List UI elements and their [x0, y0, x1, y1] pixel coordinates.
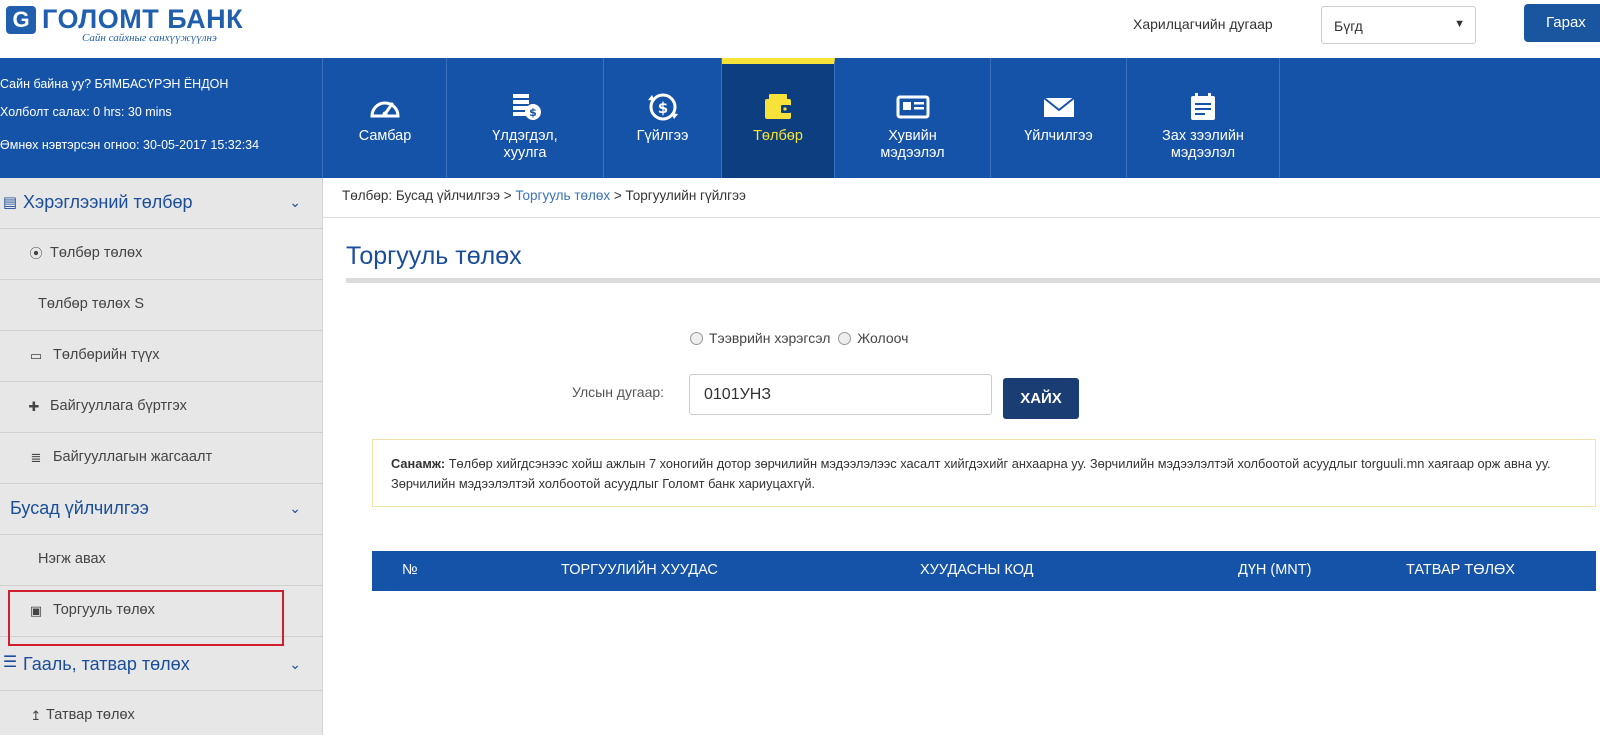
sidebar-item-label: Татвар төлөх	[46, 707, 135, 723]
column-header-pay-tax: ТАТВАР ТӨЛӨХ	[1406, 562, 1515, 578]
radio-driver[interactable]	[838, 332, 852, 345]
notice-title: Санамж:	[391, 456, 446, 471]
last-login: Өмнөх нэвтэрсэн огноо: 30-05-2017 15:32:…	[0, 138, 260, 152]
nav-personal-info[interactable]: Хувийн мэдээлэл	[835, 58, 991, 178]
logo-name: ГОЛОМТ БАНК	[42, 4, 244, 34]
breadcrumb-link-pay-fine[interactable]: Торгууль төлөх	[515, 188, 610, 203]
circle-dot-icon: ⦿	[29, 246, 43, 261]
nav-services[interactable]: Үйлчилгээ	[991, 58, 1127, 178]
svg-text:$: $	[657, 99, 667, 117]
receipt-icon: ▤	[2, 194, 18, 211]
main-nav-bar: Сайн байна уу? БЯМБАСҮРЭН ЁНДОН Холболт …	[0, 58, 1600, 178]
sidebar-item-label: Төлбөрийн түүх	[53, 347, 160, 363]
top-header: G ГОЛОМТ БАНК Сайн сайхныг санхүүжүүлнэ …	[0, 0, 1600, 58]
search-type-radio-group: Тээврийн хэрэгсэл Жолооч	[690, 330, 912, 346]
nav-label: Зах зээлийн мэдээлэл	[1162, 128, 1244, 161]
nav-label: Үлдэгдэл, хуулга	[492, 128, 558, 161]
id-card-icon	[896, 95, 929, 119]
sidebar-item-buy-units[interactable]: Нэгж авах	[0, 535, 323, 586]
user-greeting: Сайн байна уу? БЯМБАСҮРЭН ЁНДОН	[0, 77, 229, 91]
sidebar-section-label: Гааль, татвар төлөх	[23, 654, 190, 674]
breadcrumb-part: Төлбөр: Бусад үйлчилгээ >	[342, 188, 516, 203]
nav-label: Самбар	[358, 128, 412, 144]
divider	[323, 217, 1600, 218]
breadcrumb-current: > Торгуулийн гүйлгээ	[610, 188, 746, 203]
nav-balance-statement[interactable]: $ Үлдэгдэл, хуулга	[447, 58, 604, 178]
chevron-down-icon[interactable]: ⌄	[289, 194, 301, 211]
page-title: Торгууль төлөх	[346, 242, 522, 270]
nav-dashboard[interactable]: Самбар	[324, 58, 447, 178]
notice-box: Санамж: Төлбөр хийгдсэнээс хойш ажлын 7 …	[372, 439, 1596, 507]
radio-vehicle[interactable]	[690, 332, 703, 345]
sidebar-item-pay-bill-s[interactable]: Төлбөр төлөх S	[0, 280, 323, 331]
dropdown-arrow-icon: ▼	[1454, 18, 1465, 30]
chevron-down-icon[interactable]: ⌄	[289, 500, 301, 517]
column-header-number: №	[402, 562, 418, 578]
user-info-panel: Сайн байна уу? БЯМБАСҮРЭН ЁНДОН Холболт …	[0, 58, 323, 178]
customer-select-value: Бүгд	[1334, 18, 1363, 34]
plate-number-label: Улсын дугаар:	[572, 384, 665, 400]
nav-label: Үйлчилгээ	[1024, 128, 1093, 144]
chevron-down-icon[interactable]: ⌄	[289, 656, 301, 673]
radio-vehicle-label[interactable]: Тээврийн хэрэгсэл	[709, 330, 830, 346]
customer-number-label: Харилцагчийн дугаар	[1133, 16, 1273, 32]
sidebar-item-label: Байгууллагын жагсаалт	[53, 449, 213, 465]
wallet-icon	[765, 94, 791, 119]
highlight-box	[8, 590, 284, 646]
upload-arrow-icon: ↥	[30, 708, 42, 723]
notice-text: Санамж: Төлбөр хийгдсэнээс хойш ажлын 7 …	[391, 454, 1571, 494]
svg-text:$: $	[529, 106, 537, 119]
nav-label: Хувийн мэдээлэл	[880, 128, 945, 161]
plate-number-value: 0101УНЗ	[704, 386, 771, 403]
menu-list-icon: ☰	[2, 654, 18, 671]
sidebar-item-pay-bill[interactable]: ⦿ Төлбөр төлөх	[0, 229, 323, 280]
sidebar-item-payment-history[interactable]: ▭ Төлбөрийн түүх	[0, 331, 323, 382]
envelope-icon	[1042, 97, 1075, 117]
sidebar-section-label: Бусад үйлчилгээ	[10, 498, 149, 518]
session-timeout: Холболт салах: 0 hrs: 30 mins	[0, 105, 172, 119]
card-list-icon: ▭	[29, 348, 43, 363]
sidebar-item-organization-list[interactable]: ≣ Байгууллагын жагсаалт	[0, 433, 323, 484]
sidebar-item-label: Төлбөр төлөх	[50, 245, 143, 261]
notice-body: Төлбөр хийгдсэнээс хойш ажлын 7 хоногийн…	[391, 456, 1551, 491]
sidebar: ▤ Хэрэглээний төлбөр ⌄ ⦿ Төлбөр төлөх Тө…	[0, 178, 323, 735]
calendar-notes-icon	[1191, 93, 1215, 120]
nav-payment[interactable]: Төлбөр	[722, 58, 835, 178]
sidebar-item-pay-tax[interactable]: ↥ Татвар төлөх	[0, 691, 323, 742]
nav-label: Гүйлгээ	[636, 128, 689, 144]
customer-number-select[interactable]: Бүгд ▼	[1321, 6, 1476, 44]
breadcrumb: Төлбөр: Бусад үйлчилгээ > Торгууль төлөх…	[342, 188, 746, 203]
nav-label: Төлбөр	[753, 128, 803, 144]
sidebar-item-label: Байгууллага бүртгэх	[50, 398, 187, 414]
radio-driver-label[interactable]: Жолооч	[857, 330, 908, 346]
list-icon: ≣	[30, 450, 42, 465]
search-button[interactable]: ХАЙХ	[1003, 378, 1079, 419]
coins-dollar-icon: $	[513, 94, 541, 120]
sidebar-item-register-organization[interactable]: ✚ Байгууллага бүртгэх	[0, 382, 323, 433]
sidebar-section-label: Хэрэглээний төлбөр	[23, 192, 193, 212]
logout-button[interactable]: Гарах	[1524, 4, 1600, 42]
plus-icon: ✚	[28, 399, 40, 414]
dollar-transfer-icon: $	[647, 93, 678, 121]
dashboard-gauge-icon	[370, 101, 400, 118]
plate-number-input[interactable]: 0101УНЗ	[689, 374, 992, 415]
bank-logo[interactable]: G ГОЛОМТ БАНК Сайн сайхныг санхүүжүүлнэ	[6, 4, 246, 48]
nav-market-info[interactable]: Зах зээлийн мэдээлэл	[1127, 58, 1280, 178]
column-header-sheet-code: ХУУДАСНЫ КОД	[920, 562, 1034, 578]
sidebar-section-other-services[interactable]: Бусад үйлчилгээ ⌄	[0, 484, 323, 535]
sidebar-section-utility-payments[interactable]: ▤ Хэрэглээний төлбөр ⌄	[0, 178, 323, 229]
fines-table-header: № ТОРГУУЛИЙН ХУУДАС ХУУДАСНЫ КОД ДҮН (MN…	[372, 551, 1596, 591]
logo-mark-icon: G	[6, 6, 36, 34]
sidebar-item-label: Төлбөр төлөх S	[38, 296, 145, 312]
logo-slogan: Сайн сайхныг санхүүжүүлнэ	[82, 32, 217, 44]
column-header-amount: ДҮН (MNT)	[1238, 562, 1312, 578]
column-header-fine-sheet: ТОРГУУЛИЙН ХУУДАС	[561, 562, 718, 578]
divider	[346, 278, 1600, 283]
nav-transaction[interactable]: $ Гүйлгээ	[604, 58, 722, 178]
sidebar-item-label: Нэгж авах	[38, 551, 106, 567]
